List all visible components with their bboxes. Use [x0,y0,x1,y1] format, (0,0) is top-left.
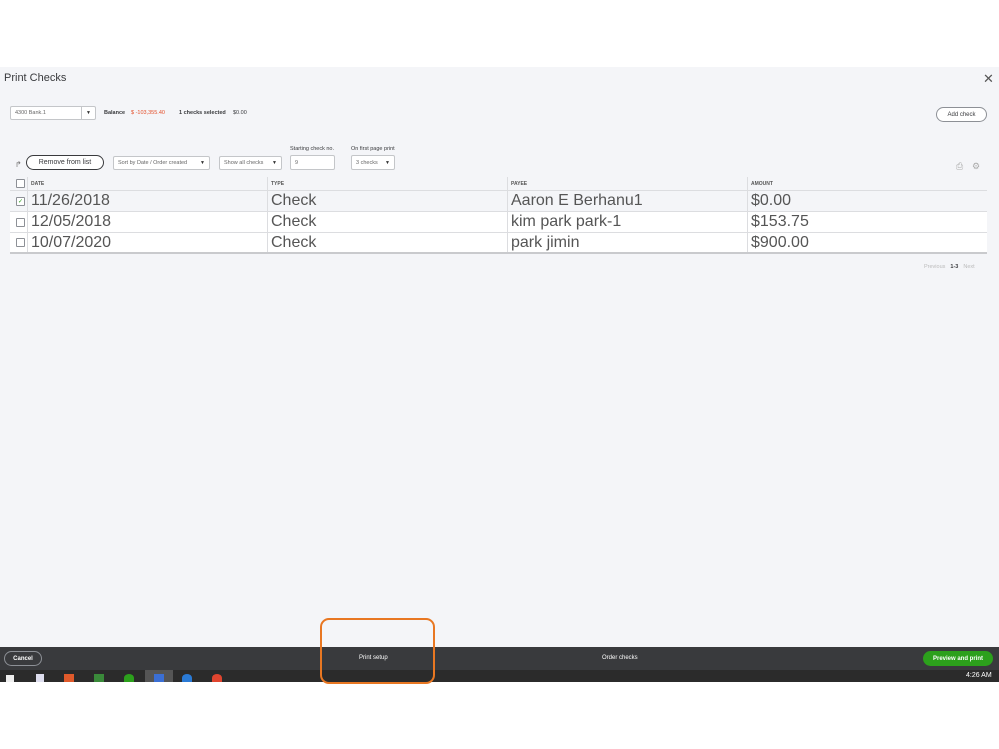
balance-value: $ -103,355.40 [131,110,165,116]
chevron-down-icon: ▼ [81,107,91,119]
amount-cell: $900.00 [747,233,809,252]
select-all-checkbox[interactable] [16,179,25,188]
amount-cell: $153.75 [747,212,809,232]
preview-and-print-button[interactable]: Preview and print [923,651,993,666]
add-check-button[interactable]: Add check [936,107,987,122]
chrome-icon[interactable] [212,674,222,682]
selected-total: $0.00 [233,110,247,116]
excel-icon[interactable] [94,674,104,682]
column-type[interactable]: TYPE [267,177,284,190]
first-page-select[interactable]: 3 checks ▼ [351,155,395,170]
table-row[interactable]: 10/07/2020 Check park jimin $900.00 [10,233,987,254]
first-page-value: 3 checks [356,159,378,166]
sort-value: Sort by Date / Order created [118,160,188,166]
starting-check-input[interactable]: 9 [290,155,335,170]
filter-value: Show all checks [224,160,264,166]
printer-icon[interactable]: ⎙ [956,161,963,172]
starting-check-label: Starting check no. [290,146,335,152]
checks-selected: 1 checks selected [179,110,226,116]
file-explorer-icon[interactable] [36,674,44,682]
clock: 4:26 AM [966,672,992,679]
windows-taskbar: 4:26 AM [0,670,999,682]
close-icon[interactable]: ✕ [983,71,994,87]
column-amount[interactable]: AMOUNT [747,177,773,190]
page-range: 1-3 [950,264,959,270]
type-cell: Check [267,191,316,211]
account-value: 4300 Bank.1 [15,110,46,116]
order-checks-link[interactable]: Order checks [602,655,638,661]
word-icon[interactable] [154,674,164,682]
table-header: DATE TYPE PAYEE AMOUNT [10,177,987,191]
date-cell: 11/26/2018 [27,191,110,211]
account-select[interactable]: 4300 Bank.1 ▼ [10,106,96,120]
amount-cell: $0.00 [747,191,791,211]
column-payee[interactable]: PAYEE [507,177,527,190]
cancel-label: Cancel [13,655,33,662]
type-cell: Check [267,212,316,232]
balance-label: Balance [104,110,126,116]
quickbooks-icon[interactable] [124,674,134,682]
chevron-down-icon: ▼ [385,159,390,166]
powerpoint-icon[interactable] [64,674,74,682]
chevron-down-icon: ▼ [200,160,205,166]
payee-cell: Aaron E Berhanu1 [507,191,643,211]
row-checkbox[interactable] [16,217,25,227]
type-cell: Check [267,233,316,252]
print-checks-dialog [0,67,999,647]
pagination: Previous 1-3 Next [924,264,975,270]
print-setup-highlight [320,618,435,684]
date-cell: 12/05/2018 [27,212,111,232]
gear-icon[interactable]: ⚙ [972,161,980,172]
chevron-down-icon: ▼ [272,160,277,166]
checks-table: DATE TYPE PAYEE AMOUNT ✓ 11/26/2018 Chec… [10,177,987,254]
date-cell: 10/07/2020 [27,233,111,252]
payee-cell: kim park park-1 [507,212,621,232]
cancel-button[interactable]: Cancel [4,651,42,666]
remove-from-list-button[interactable]: Remove from list [26,155,104,170]
table-row[interactable]: ✓ 11/26/2018 Check Aaron E Berhanu1 $0.0… [10,191,987,212]
edge-icon[interactable] [182,674,192,682]
payee-cell: park jimin [507,233,579,252]
row-checkbox-checked[interactable]: ✓ [16,196,25,206]
table-row[interactable]: 12/05/2018 Check kim park park-1 $153.75 [10,212,987,233]
starting-check-value: 9 [295,159,299,166]
page-title: Print Checks [4,72,67,84]
sort-select[interactable]: Sort by Date / Order created ▼ [113,156,210,170]
previous-link[interactable]: Previous [924,264,945,270]
row-checkbox[interactable] [16,238,25,247]
first-page-label: On first page print [351,146,395,152]
dialog-footer: Cancel Print setup Order checks Preview … [0,647,999,670]
next-link[interactable]: Next [963,264,974,270]
filter-select[interactable]: Show all checks ▼ [219,156,282,170]
windows-start-icon[interactable] [6,675,14,682]
preview-and-print-label: Preview and print [932,655,983,662]
sort-arrow-icon[interactable]: ↱ [15,160,22,169]
column-date[interactable]: DATE [27,177,44,190]
